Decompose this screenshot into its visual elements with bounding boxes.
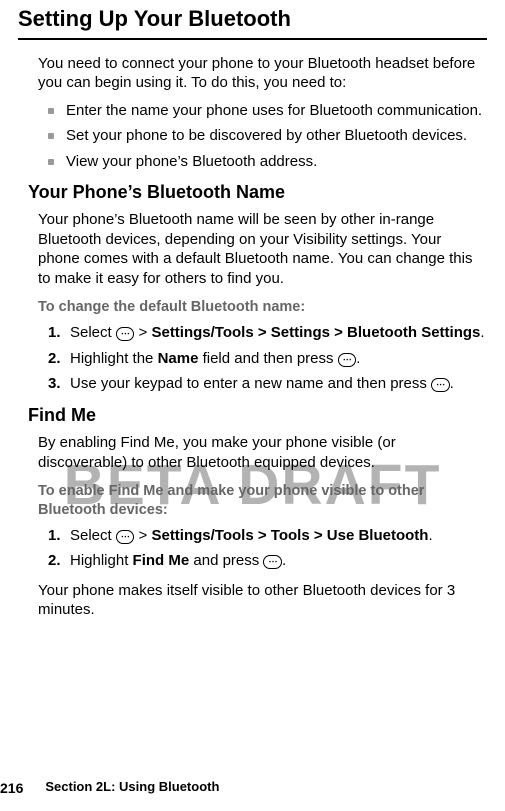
step-text: Select <box>70 527 116 544</box>
step-number: 3. <box>48 374 61 394</box>
step-item: 3. Use your keypad to enter a new name a… <box>48 374 487 394</box>
step-item: 2. Highlight the Name field and then pre… <box>48 349 487 369</box>
menu-button-icon: ⋯ <box>116 327 135 341</box>
step-text: Use your keypad to enter a new name and … <box>70 375 431 392</box>
step-text: Select <box>70 324 116 341</box>
step-item: 1. Select ⋯ > Settings/Tools > Settings … <box>48 323 487 343</box>
menu-button-icon: ⋯ <box>116 530 135 544</box>
step-bold: Name <box>158 350 199 367</box>
page-title: Setting Up Your Bluetooth <box>18 5 487 34</box>
section-heading: Find Me <box>28 404 487 427</box>
steps-list: 1. Select ⋯ > Settings/Tools > Settings … <box>48 323 487 394</box>
step-number: 2. <box>48 349 61 369</box>
page-number: 216 <box>0 779 23 797</box>
step-text: . <box>356 350 360 367</box>
steps-list: 1. Select ⋯ > Settings/Tools > Tools > U… <box>48 526 487 571</box>
step-number: 2. <box>48 551 61 571</box>
section-heading: Your Phone’s Bluetooth Name <box>28 181 487 204</box>
page-content: Setting Up Your Bluetooth You need to co… <box>18 5 487 620</box>
step-text: . <box>450 375 454 392</box>
menu-button-icon: ⋯ <box>431 378 450 392</box>
list-item: View your phone’s Bluetooth address. <box>48 152 487 172</box>
step-text: . <box>480 324 484 341</box>
closing-paragraph: Your phone makes itself visible to other… <box>38 581 487 620</box>
step-bold: Settings/Tools > Settings > Bluetooth Se… <box>151 324 480 341</box>
step-number: 1. <box>48 526 61 546</box>
step-text: and press <box>189 552 263 569</box>
step-text: . <box>428 527 432 544</box>
step-item: 2. Highlight Find Me and press ⋯. <box>48 551 487 571</box>
procedure-subhead: To enable Find Me and make your phone vi… <box>38 482 487 520</box>
intro-paragraph: You need to connect your phone to your B… <box>38 54 487 93</box>
step-bold: Settings/Tools > Tools > Use Bluetooth <box>151 527 428 544</box>
list-item: Set your phone to be discovered by other… <box>48 126 487 146</box>
menu-button-icon: ⋯ <box>263 555 282 569</box>
step-text: > <box>134 324 151 341</box>
section-paragraph: Your phone’s Bluetooth name will be seen… <box>38 210 487 288</box>
section-paragraph: By enabling Find Me, you make your phone… <box>38 433 487 472</box>
step-text: Highlight the <box>70 350 158 367</box>
page-footer: 216 Section 2L: Using Bluetooth <box>0 779 219 797</box>
title-rule <box>18 38 487 40</box>
step-text: Highlight <box>70 552 133 569</box>
intro-bullets: Enter the name your phone uses for Bluet… <box>48 101 487 172</box>
step-number: 1. <box>48 323 61 343</box>
step-text: field and then press <box>198 350 337 367</box>
procedure-subhead: To change the default Bluetooth name: <box>38 298 487 317</box>
step-text: . <box>282 552 286 569</box>
step-bold: Find Me <box>133 552 190 569</box>
list-item: Enter the name your phone uses for Bluet… <box>48 101 487 121</box>
footer-section: Section 2L: Using Bluetooth <box>45 779 219 796</box>
step-text: > <box>134 527 151 544</box>
menu-button-icon: ⋯ <box>338 353 357 367</box>
step-item: 1. Select ⋯ > Settings/Tools > Tools > U… <box>48 526 487 546</box>
